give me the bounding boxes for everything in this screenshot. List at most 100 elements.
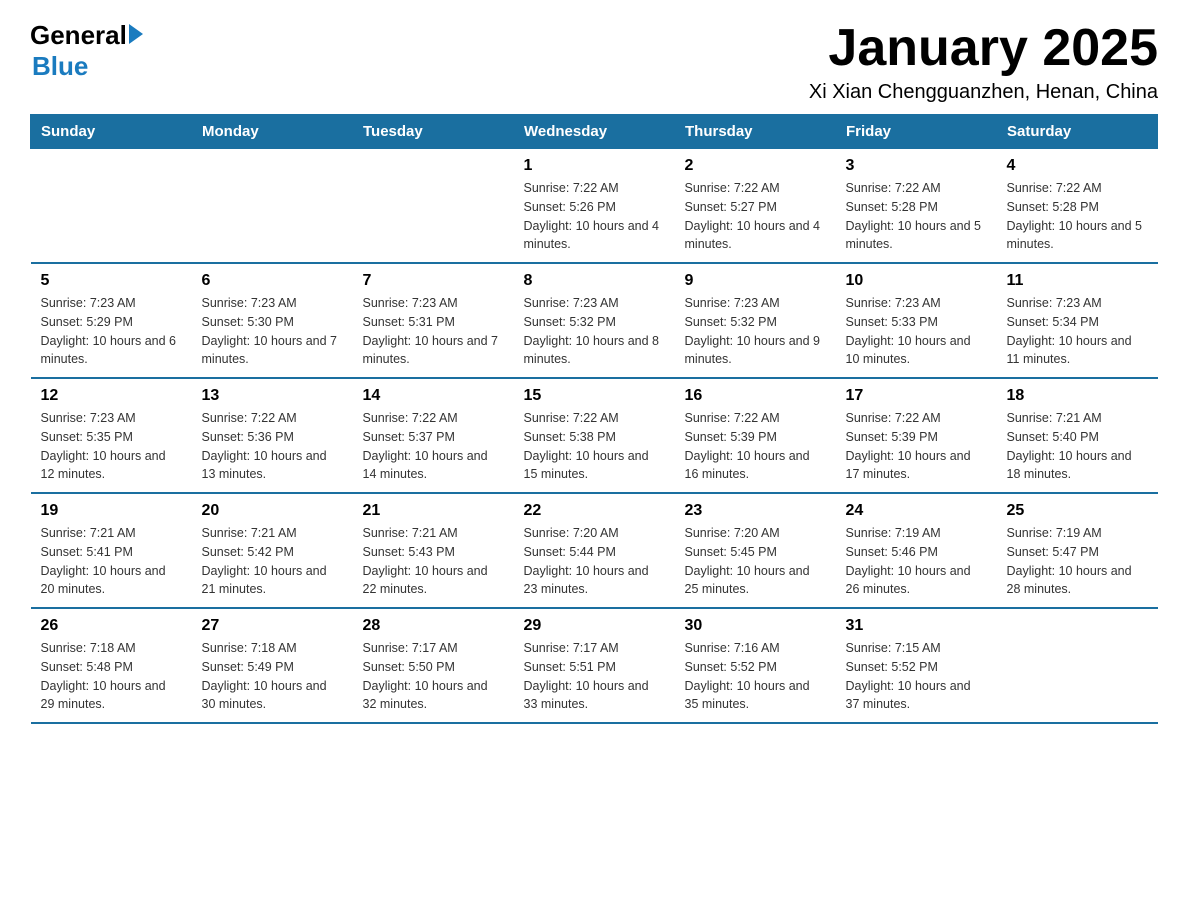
calendar-cell: 6Sunrise: 7:23 AMSunset: 5:30 PMDaylight…	[192, 263, 353, 378]
day-info: Sunrise: 7:23 AMSunset: 5:35 PMDaylight:…	[41, 409, 182, 484]
calendar-table: SundayMondayTuesdayWednesdayThursdayFrid…	[30, 114, 1158, 724]
calendar-cell: 12 Sunrise: 7:23 AMSunset: 5:35 PMDayligh…	[31, 378, 192, 493]
day-info: Sunrise: 7:19 AMSunset: 5:46 PMDaylight:…	[846, 524, 987, 599]
calendar-cell: 1Sunrise: 7:22 AMSunset: 5:26 PMDaylight…	[514, 149, 675, 264]
day-number: 4	[1007, 157, 1148, 175]
day-info: Sunrise: 7:21 AMSunset: 5:40 PMDaylight:…	[1007, 409, 1148, 484]
day-number: 12	[41, 387, 182, 405]
day-info: Sunrise: 7:22 AMSunset: 5:39 PMDaylight:…	[846, 409, 987, 484]
weekday-header-monday: Monday	[192, 115, 353, 149]
calendar-cell	[192, 149, 353, 264]
day-info: Sunrise: 7:22 AMSunset: 5:38 PMDaylight:…	[524, 409, 665, 484]
day-number: 7	[363, 272, 504, 290]
calendar-cell: 26 Sunrise: 7:18 AMSunset: 5:48 PMDayligh…	[31, 608, 192, 723]
weekday-header-sunday: Sunday	[31, 115, 192, 149]
calendar-cell: 18Sunrise: 7:21 AMSunset: 5:40 PMDayligh…	[997, 378, 1158, 493]
day-info: Sunrise: 7:23 AMSunset: 5:32 PMDaylight:…	[685, 294, 826, 369]
day-number: 24	[846, 502, 987, 520]
calendar-cell: 30 Sunrise: 7:16 AMSunset: 5:52 PMDayligh…	[675, 608, 836, 723]
day-info: Sunrise: 7:22 AMSunset: 5:28 PMDaylight:…	[846, 179, 987, 254]
day-number: 14	[363, 387, 504, 405]
calendar-cell: 4 Sunrise: 7:22 AMSunset: 5:28 PMDaylight…	[997, 149, 1158, 264]
day-info: Sunrise: 7:20 AMSunset: 5:45 PMDaylight:…	[685, 524, 826, 599]
day-info: Sunrise: 7:22 AMSunset: 5:27 PMDaylight:…	[685, 179, 826, 254]
day-number: 3	[846, 157, 987, 175]
title-section: January 2025 Xi Xian Chengguanzhen, Hena…	[809, 20, 1158, 104]
day-info: Sunrise: 7:22 AMSunset: 5:28 PMDaylight:…	[1007, 179, 1148, 254]
day-number: 20	[202, 502, 343, 520]
day-info: Sunrise: 7:18 AMSunset: 5:48 PMDaylight:…	[41, 639, 182, 714]
calendar-cell: 27 Sunrise: 7:18 AMSunset: 5:49 PMDayligh…	[192, 608, 353, 723]
calendar-body: 1Sunrise: 7:22 AMSunset: 5:26 PMDaylight…	[31, 149, 1158, 724]
day-number: 27	[202, 617, 343, 635]
day-number: 21	[363, 502, 504, 520]
day-number: 30	[685, 617, 826, 635]
calendar-cell: 3 Sunrise: 7:22 AMSunset: 5:28 PMDaylight…	[836, 149, 997, 264]
calendar-cell: 19Sunrise: 7:21 AMSunset: 5:41 PMDayligh…	[31, 493, 192, 608]
day-number: 29	[524, 617, 665, 635]
logo-general-text: General	[30, 20, 127, 51]
calendar-cell	[997, 608, 1158, 723]
calendar-cell: 7 Sunrise: 7:23 AMSunset: 5:31 PMDaylight…	[353, 263, 514, 378]
day-info: Sunrise: 7:19 AMSunset: 5:47 PMDaylight:…	[1007, 524, 1148, 599]
day-info: Sunrise: 7:21 AMSunset: 5:43 PMDaylight:…	[363, 524, 504, 599]
day-number: 31	[846, 617, 987, 635]
day-number: 11	[1007, 272, 1148, 290]
calendar-cell: 20Sunrise: 7:21 AMSunset: 5:42 PMDayligh…	[192, 493, 353, 608]
day-info: Sunrise: 7:22 AMSunset: 5:39 PMDaylight:…	[685, 409, 826, 484]
calendar-cell: 29 Sunrise: 7:17 AMSunset: 5:51 PMDayligh…	[514, 608, 675, 723]
day-info: Sunrise: 7:18 AMSunset: 5:49 PMDaylight:…	[202, 639, 343, 714]
calendar-cell: 5 Sunrise: 7:23 AMSunset: 5:29 PMDaylight…	[31, 263, 192, 378]
day-info: Sunrise: 7:23 AMSunset: 5:33 PMDaylight:…	[846, 294, 987, 369]
day-info: Sunrise: 7:23 AMSunset: 5:32 PMDaylight:…	[524, 294, 665, 369]
day-number: 19	[41, 502, 182, 520]
calendar-subtitle: Xi Xian Chengguanzhen, Henan, China	[809, 81, 1158, 104]
calendar-cell: 8 Sunrise: 7:23 AMSunset: 5:32 PMDaylight…	[514, 263, 675, 378]
day-number: 28	[363, 617, 504, 635]
calendar-cell: 25Sunrise: 7:19 AMSunset: 5:47 PMDayligh…	[997, 493, 1158, 608]
day-number: 9	[685, 272, 826, 290]
day-info: Sunrise: 7:22 AMSunset: 5:36 PMDaylight:…	[202, 409, 343, 484]
day-number: 5	[41, 272, 182, 290]
day-number: 23	[685, 502, 826, 520]
calendar-header: SundayMondayTuesdayWednesdayThursdayFrid…	[31, 115, 1158, 149]
day-number: 26	[41, 617, 182, 635]
weekday-header-thursday: Thursday	[675, 115, 836, 149]
day-info: Sunrise: 7:20 AMSunset: 5:44 PMDaylight:…	[524, 524, 665, 599]
calendar-cell: 2 Sunrise: 7:22 AMSunset: 5:27 PMDaylight…	[675, 149, 836, 264]
logo-arrow-icon	[129, 24, 143, 44]
day-number: 15	[524, 387, 665, 405]
logo-blue-text: Blue	[32, 51, 143, 82]
day-number: 10	[846, 272, 987, 290]
day-info: Sunrise: 7:15 AMSunset: 5:52 PMDaylight:…	[846, 639, 987, 714]
day-info: Sunrise: 7:23 AMSunset: 5:34 PMDaylight:…	[1007, 294, 1148, 369]
calendar-cell: 21 Sunrise: 7:21 AMSunset: 5:43 PMDayligh…	[353, 493, 514, 608]
calendar-cell: 31 Sunrise: 7:15 AMSunset: 5:52 PMDayligh…	[836, 608, 997, 723]
calendar-week-row: 1Sunrise: 7:22 AMSunset: 5:26 PMDaylight…	[31, 149, 1158, 264]
calendar-cell: 10 Sunrise: 7:23 AMSunset: 5:33 PMDayligh…	[836, 263, 997, 378]
day-info: Sunrise: 7:23 AMSunset: 5:31 PMDaylight:…	[363, 294, 504, 369]
calendar-cell: 11 Sunrise: 7:23 AMSunset: 5:34 PMDayligh…	[997, 263, 1158, 378]
day-number: 1	[524, 157, 665, 175]
weekday-header-row: SundayMondayTuesdayWednesdayThursdayFrid…	[31, 115, 1158, 149]
calendar-cell: 15 Sunrise: 7:22 AMSunset: 5:38 PMDayligh…	[514, 378, 675, 493]
calendar-cell: 17Sunrise: 7:22 AMSunset: 5:39 PMDayligh…	[836, 378, 997, 493]
calendar-cell: 16 Sunrise: 7:22 AMSunset: 5:39 PMDayligh…	[675, 378, 836, 493]
calendar-cell: 23 Sunrise: 7:20 AMSunset: 5:45 PMDayligh…	[675, 493, 836, 608]
day-number: 8	[524, 272, 665, 290]
calendar-cell: 22Sunrise: 7:20 AMSunset: 5:44 PMDayligh…	[514, 493, 675, 608]
day-info: Sunrise: 7:17 AMSunset: 5:51 PMDaylight:…	[524, 639, 665, 714]
day-number: 13	[202, 387, 343, 405]
weekday-header-wednesday: Wednesday	[514, 115, 675, 149]
day-info: Sunrise: 7:23 AMSunset: 5:29 PMDaylight:…	[41, 294, 182, 369]
day-info: Sunrise: 7:17 AMSunset: 5:50 PMDaylight:…	[363, 639, 504, 714]
weekday-header-tuesday: Tuesday	[353, 115, 514, 149]
day-number: 2	[685, 157, 826, 175]
day-info: Sunrise: 7:16 AMSunset: 5:52 PMDaylight:…	[685, 639, 826, 714]
day-info: Sunrise: 7:23 AMSunset: 5:30 PMDaylight:…	[202, 294, 343, 369]
day-number: 16	[685, 387, 826, 405]
calendar-cell: 28 Sunrise: 7:17 AMSunset: 5:50 PMDayligh…	[353, 608, 514, 723]
calendar-cell: 9 Sunrise: 7:23 AMSunset: 5:32 PMDaylight…	[675, 263, 836, 378]
calendar-cell	[353, 149, 514, 264]
logo: General Blue	[30, 20, 143, 82]
